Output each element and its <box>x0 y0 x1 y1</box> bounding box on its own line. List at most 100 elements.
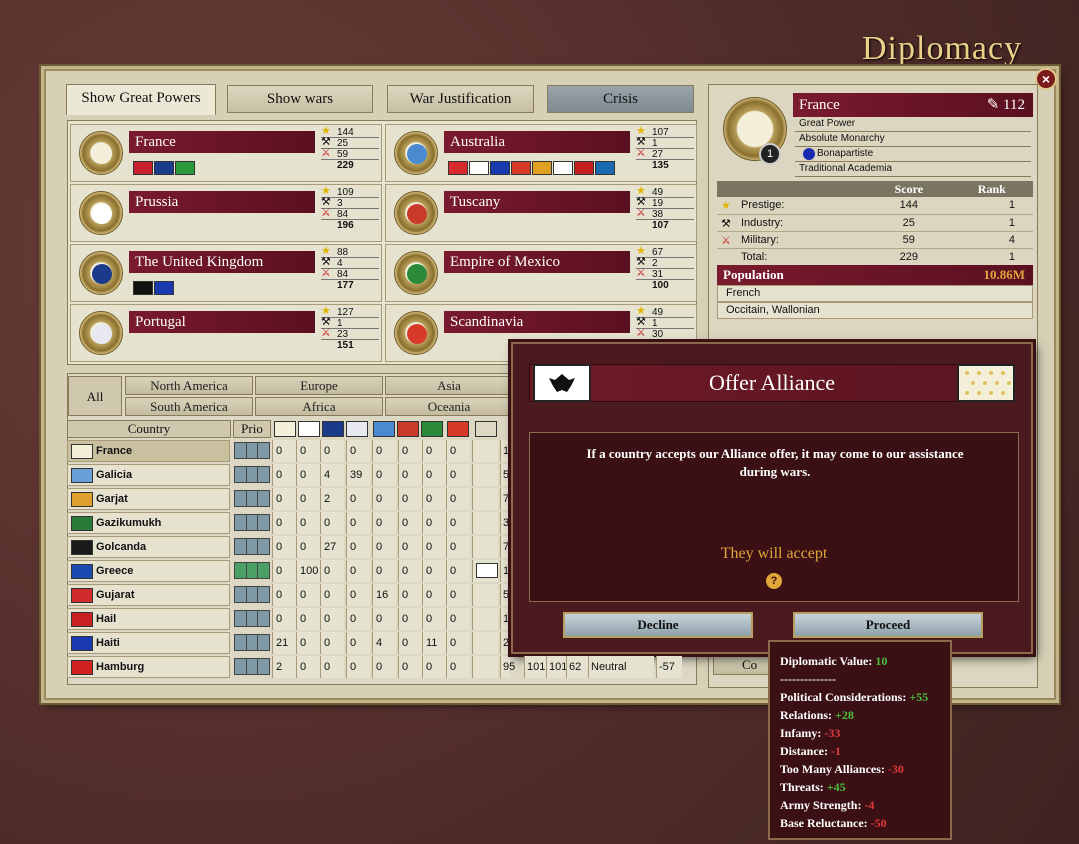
sphere-member-flag-icon[interactable] <box>511 161 531 175</box>
tab-crisis[interactable]: Crisis <box>547 85 694 113</box>
prussia-flag-icon[interactable] <box>298 421 320 437</box>
sphere-member-flag-icon[interactable] <box>154 161 174 175</box>
influence-cell: 4 <box>320 464 344 486</box>
decline-button[interactable]: Decline <box>563 612 753 638</box>
country-row[interactable]: Garjat 002000007 <box>67 488 510 510</box>
australia-flag-icon[interactable] <box>373 421 395 437</box>
tab-show-wars[interactable]: Show wars <box>227 85 373 113</box>
influence-cell: 0 <box>372 608 396 630</box>
influence-cell: 0 <box>346 632 370 654</box>
region-asia[interactable]: Asia <box>385 376 513 395</box>
country-column-header[interactable]: Country <box>67 420 231 438</box>
region-all-button[interactable]: All <box>68 376 122 416</box>
influence-cell: 0 <box>272 584 296 606</box>
sphere-member-flag-icon[interactable] <box>574 161 594 175</box>
country-row[interactable]: Haiti 21 0 0 0 4 0 11 0 2 <box>67 632 510 654</box>
influence-cell: 0 <box>398 632 422 654</box>
country-row[interactable]: Gazikumukh 000000003 <box>67 512 510 534</box>
military-icon: ⚔ <box>636 267 646 279</box>
great-power-name: Australia <box>444 131 630 153</box>
selected-country-name-bar: France ✎ 112 <box>793 93 1033 117</box>
influence-cell: 0 <box>296 512 320 534</box>
sphere-member-flag-icon[interactable] <box>133 161 153 175</box>
military-icon: ⚔ <box>636 147 646 159</box>
influence-cell: 11 <box>422 632 446 654</box>
influence-cell: 0 <box>320 608 344 630</box>
uk-flag-icon[interactable] <box>322 421 344 437</box>
country-name: Gazikumukh <box>96 517 162 529</box>
priority-selector[interactable] <box>234 562 270 579</box>
priority-selector[interactable] <box>234 634 270 651</box>
priority-selector[interactable] <box>234 514 270 531</box>
sphere-cell <box>472 656 498 678</box>
help-icon[interactable]: ? <box>766 573 782 589</box>
country-shield-icon <box>79 131 123 175</box>
sphere-member-flag-icon[interactable] <box>175 161 195 175</box>
partial-action-button[interactable]: Co <box>713 655 773 675</box>
great-power-card[interactable]: Australia ★ 107 ⚒ 1 ⚔ 27 135 <box>385 124 697 182</box>
france-flag-icon[interactable] <box>274 421 296 437</box>
influence-cell: 0 <box>296 536 320 558</box>
sphere-member-flag-icon[interactable] <box>553 161 573 175</box>
influence-cell: 0 <box>296 488 320 510</box>
military-icon: ⚔ <box>321 147 331 159</box>
relation-cell: 101 <box>524 656 546 678</box>
great-power-card[interactable]: Prussia ★ 109 ⚒ 3 ⚔ 84 196 <box>70 184 382 242</box>
target-icon[interactable] <box>475 421 497 437</box>
influence-cell: 0 <box>398 488 422 510</box>
priority-selector[interactable] <box>234 490 270 507</box>
sphere-member-flag-icon[interactable] <box>133 281 153 295</box>
close-button[interactable]: × <box>1035 68 1057 90</box>
sphere-member-flag-icon[interactable] <box>532 161 552 175</box>
great-power-card[interactable]: The United Kingdom ★ 88 ⚒ 4 ⚔ 84 177 <box>70 244 382 302</box>
great-power-card[interactable]: Tuscany ★ 49 ⚒ 19 ⚔ 38 107 <box>385 184 697 242</box>
sphere-member-flag-icon[interactable] <box>595 161 615 175</box>
portugal-flag-icon[interactable] <box>346 421 368 437</box>
tooltip-line: Base Reluctance: -50 <box>780 816 887 830</box>
country-row[interactable]: Hail 000000001 <box>67 608 510 630</box>
region-south-america[interactable]: South America <box>125 397 253 416</box>
tab-war-justification[interactable]: War Justification <box>387 85 534 113</box>
scandinavia-flag-icon[interactable] <box>447 421 469 437</box>
country-row[interactable]: France 000000001 <box>67 440 510 462</box>
influence-cell: 0 <box>296 584 320 606</box>
priority-selector[interactable] <box>234 466 270 483</box>
priority-selector[interactable] <box>234 610 270 627</box>
influence-cell: 0 <box>422 488 446 510</box>
great-power-card[interactable]: Portugal ★ 127 ⚒ 1 ⚔ 23 151 <box>70 304 382 362</box>
priority-selector[interactable] <box>234 658 270 675</box>
priority-selector[interactable] <box>234 442 270 459</box>
influence-cell: 0 <box>296 608 320 630</box>
country-row[interactable]: Hamburg 2 0 0 0 0 0 0 0 95 <box>67 656 515 678</box>
influence-cell: 0 <box>372 464 396 486</box>
region-north-america[interactable]: North America <box>125 376 253 395</box>
country-name: Haiti <box>96 637 120 649</box>
country-row[interactable]: Gujarat 0 0 0 0 16 0 0 0 5 <box>67 584 510 606</box>
sphere-member-flag-icon[interactable] <box>154 281 174 295</box>
great-power-name: Tuscany <box>444 191 630 213</box>
influence-cell: 0 <box>398 608 422 630</box>
region-africa[interactable]: Africa <box>255 397 383 416</box>
influence-cell: 0 <box>320 632 344 654</box>
proceed-button[interactable]: Proceed <box>793 612 983 638</box>
tab-show-great-powers[interactable]: Show Great Powers <box>66 84 216 115</box>
region-oceania[interactable]: Oceania <box>385 397 513 416</box>
priority-selector[interactable] <box>234 586 270 603</box>
population-bar: Population 10.86M <box>717 265 1033 285</box>
sphere-cell <box>472 464 498 486</box>
country-row[interactable]: Galicia 0 0 4 39 0 0 0 0 5 <box>67 464 510 486</box>
sphere-member-flag-icon[interactable] <box>448 161 468 175</box>
mexico-flag-icon[interactable] <box>421 421 443 437</box>
country-row[interactable]: Golcanda 0 0 27 0 0 0 0 0 7 <box>67 536 510 558</box>
sphere-member-flag-icon[interactable] <box>490 161 510 175</box>
influence-cell: 0 <box>446 656 470 678</box>
great-power-card[interactable]: France ★ 144 ⚒ 25 ⚔ 59 229 <box>70 124 382 182</box>
country-row[interactable]: Greece 0 100 0 0 0 0 0 0 1 <box>67 560 510 582</box>
great-power-card[interactable]: Empire of Mexico ★ 67 ⚒ 2 ⚔ 31 100 <box>385 244 697 302</box>
sphere-member-flag-icon[interactable] <box>469 161 489 175</box>
tuscany-flag-icon[interactable] <box>397 421 419 437</box>
great-power-stats: ★ 67 ⚒ 2 ⚔ 31 100 <box>636 246 694 291</box>
prio-column-header[interactable]: Prio <box>233 420 271 438</box>
priority-selector[interactable] <box>234 538 270 555</box>
region-europe[interactable]: Europe <box>255 376 383 395</box>
